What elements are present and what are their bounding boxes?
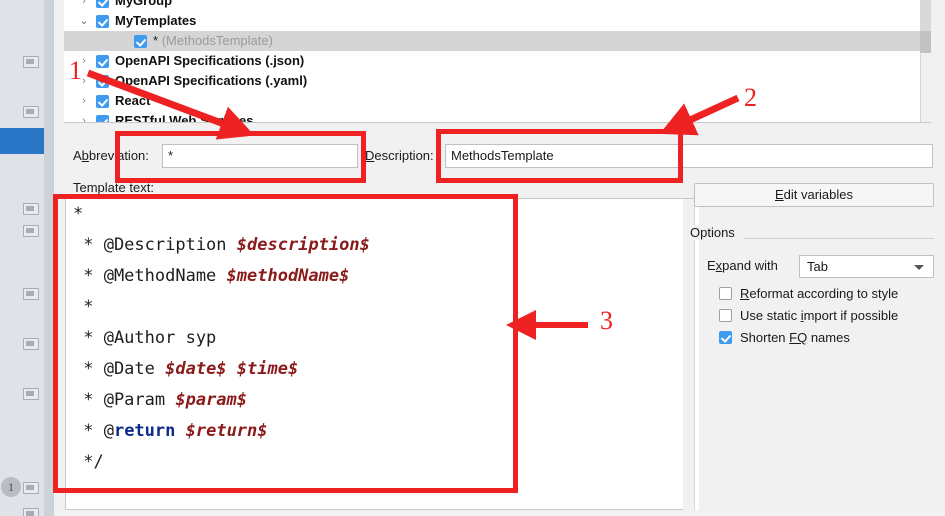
tree-item-openapi-json[interactable]: › OpenAPI Specifications (.json) [64,51,931,71]
live-templates-dialog: › MyGroup ⌄ MyTemplates * (MethodsTempla… [54,0,945,516]
options-group-divider [744,238,934,239]
abbreviation-input[interactable]: * [162,144,358,168]
code-line: * @return $return$ [73,421,268,441]
window-icon[interactable] [23,508,39,516]
chevron-right-icon[interactable]: › [78,91,90,111]
description-input[interactable]: MethodsTemplate [445,144,933,168]
tree-item-description-text: (MethodsTemplate) [161,33,273,48]
code-line: * @MethodName $methodName$ [73,266,350,286]
annotation-number-1: 1 [69,56,82,85]
checkbox[interactable] [719,287,732,300]
taskbar-edge [44,0,54,516]
checkbox[interactable] [719,331,732,344]
checkbox[interactable] [96,75,109,88]
tree-item-label: React [115,93,151,108]
editor-right-pad [695,198,699,510]
os-taskbar [0,0,44,516]
checkbox[interactable] [719,309,732,322]
expand-with-select[interactable]: Tab [799,255,934,278]
chevron-right-icon[interactable]: › [78,111,90,122]
code-line: * @Date $date$ $time$ [73,359,299,379]
checkbox[interactable] [134,35,147,48]
checkbox-shorten-fq-names[interactable]: Shorten FQ names [719,329,850,347]
code-line: */ [73,452,104,472]
template-fields-row: Abbreviation: * Description: MethodsTemp… [54,137,945,177]
tree-item-label: RESTful Web Services [115,113,254,123]
screenshot-root: 1 › MyGroup ⌄ MyTemplates * (MethodsTemp… [0,0,945,516]
window-icon[interactable] [23,203,39,215]
code-line: * [73,204,84,224]
options-group-legend: Options [690,225,741,240]
editor-scrollbar[interactable] [683,198,695,510]
window-icon[interactable] [23,225,39,237]
tree-item-react[interactable]: › React [64,91,931,111]
tree-item-mytemplates[interactable]: ⌄ MyTemplates [64,11,931,31]
chevron-down-icon[interactable] [914,265,924,270]
expand-with-value: Tab [807,259,828,274]
tree-item-mygroup[interactable]: › MyGroup [64,0,931,11]
checkbox[interactable] [96,95,109,108]
tree-item-label: OpenAPI Specifications (.json) [115,53,305,68]
abbreviation-label: Abbreviation: [73,148,149,163]
checkbox[interactable] [96,0,109,8]
expand-with-label: Expand with [707,258,778,273]
template-tree[interactable]: › MyGroup ⌄ MyTemplates * (MethodsTempla… [64,0,931,123]
description-label: Description: [365,148,434,163]
annotation-number-3: 3 [600,306,613,335]
tree-item-label: * (MethodsTemplate) [64,31,931,51]
chevron-right-icon[interactable]: › [78,0,90,11]
tree-item-label: MyGroup [115,0,173,8]
checkbox[interactable] [96,15,109,28]
tree-scrollbar-thumb-active[interactable] [920,31,931,53]
taskbar-badge[interactable]: 1 [1,477,21,497]
window-icon[interactable] [23,388,39,400]
checkbox[interactable] [96,115,109,122]
checkbox-label: Shorten FQ names [740,330,850,345]
tree-item-label: MyTemplates [115,13,197,28]
checkbox-use-static-import-if-possible[interactable]: Use static import if possible [719,307,898,325]
window-icon[interactable] [23,338,39,350]
checkbox-label: Reformat according to style [740,286,899,301]
tree-scrollbar[interactable] [920,0,931,122]
window-icon[interactable] [23,288,39,300]
code-line: * @Param $param$ [73,390,248,410]
window-icon[interactable] [23,106,39,118]
chevron-down-icon[interactable]: ⌄ [78,11,90,31]
window-icon[interactable] [23,56,39,68]
code-line: * @Author syp [73,328,217,348]
template-text-label: Template text: [73,180,154,195]
edit-variables-label: Edit variables [774,187,854,202]
template-text-editor[interactable]: * * @Description $description$ * @Method… [65,198,683,510]
code-line: * [73,297,94,317]
code-line: * @Description $description$ [73,235,370,255]
edit-variables-button[interactable]: Edit variables [694,183,934,207]
annotation-number-2: 2 [744,83,757,112]
window-icon[interactable] [23,482,39,494]
tree-item-label: OpenAPI Specifications (.yaml) [115,73,308,88]
tree-item-restful-web-services[interactable]: › RESTful Web Services [64,111,931,123]
checkbox[interactable] [96,55,109,68]
checkbox-label: Use static import if possible [740,308,899,323]
tree-item-openapi-yaml[interactable]: › OpenAPI Specifications (.yaml) [64,71,931,91]
tree-item-methodstemplate[interactable]: * (MethodsTemplate) [64,31,931,51]
checkbox-reformat-according-to-style[interactable]: Reformat according to style [719,285,898,303]
